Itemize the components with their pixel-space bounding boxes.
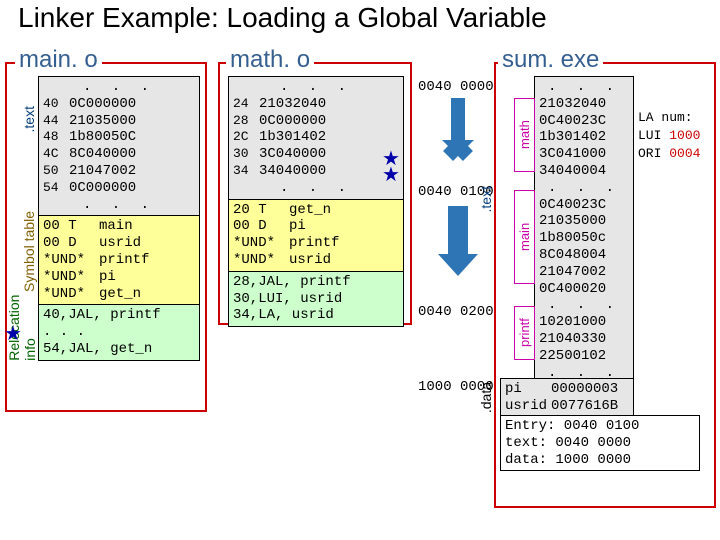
hex-row: 21047002 — [539, 264, 629, 281]
sym-row: *UND*pi — [43, 269, 195, 286]
hex-row: 21040330 — [539, 331, 629, 348]
note: LUI 1000 — [638, 128, 700, 143]
addr-0: 0040 0000 — [418, 79, 494, 95]
text-row: 4C8C040000 — [43, 146, 195, 163]
reloc-row: 54,JAL, get_n — [43, 341, 195, 358]
sym-row: 00 Dpi — [233, 218, 399, 235]
hex-row: 1b301402 — [539, 129, 629, 146]
dots: . . . — [233, 180, 399, 197]
sym-row: 20 Tget_n — [233, 202, 399, 219]
data-row: usrid0077616B — [505, 398, 629, 415]
vlabel-data: .data — [478, 382, 494, 413]
sum-exe-label: sum. exe — [498, 46, 603, 74]
reloc-row: . . . — [43, 324, 195, 341]
entry-row: text: 0040 0000 — [505, 435, 695, 452]
dots: . . . — [43, 197, 195, 214]
section-math: math — [514, 98, 535, 172]
sym-row: *UND*get_n — [43, 286, 195, 303]
sum-entry-box: Entry: 0040 0100text: 0040 0000data: 100… — [500, 415, 700, 471]
arrow-icon — [430, 206, 486, 291]
hex-row: 21035000 — [539, 213, 629, 230]
text-row: 5021047002 — [43, 163, 195, 180]
main-o-reloc-box: 40,JAL, printf. . .54,JAL, get_n — [38, 304, 200, 360]
text-row: 481b80050C — [43, 129, 195, 146]
main-o-text-box: . . . 400C0000004421035000481b80050C4C8C… — [38, 76, 200, 216]
math-o-text-box: . . . 2421032040280C0000002C1b301402303C… — [228, 76, 404, 200]
reloc-row: 34,LA, usrid — [233, 307, 399, 324]
sym-row: *UND*printf — [233, 235, 399, 252]
hex-row: 0C40023C — [539, 197, 629, 214]
math-o-sym-box: 20 Tget_n00 Dpi*UND*printf*UND*usrid — [228, 199, 404, 272]
main-o-label: main. o — [15, 46, 102, 74]
star-icon: ★ — [382, 162, 400, 187]
reloc-row: 40,JAL, printf — [43, 307, 195, 324]
sym-row: 00 Dusrid — [43, 235, 195, 252]
dots: . . . — [539, 180, 629, 197]
entry-row: data: 1000 0000 — [505, 452, 695, 469]
math-o-reloc-box: 28,JAL, printf30,LUI, usrid34,LA, usrid — [228, 271, 404, 327]
hex-row: 8C048004 — [539, 247, 629, 264]
hex-row: 10201000 — [539, 314, 629, 331]
main-o-group: . . . 400C0000004421035000481b80050C4C8C… — [8, 76, 204, 361]
dots: . . . — [539, 79, 629, 96]
vlabel-text: .text — [21, 106, 37, 132]
note: LA num: — [638, 110, 693, 125]
text-row: 3434040000 — [233, 163, 399, 180]
sum-text-box: . . . 210320400C40023C1b3014023C04100034… — [534, 76, 634, 384]
hex-row: 22500102 — [539, 348, 629, 365]
reloc-row: 28,JAL, printf — [233, 274, 399, 291]
addr-2: 0040 0200 — [418, 304, 494, 320]
slide-title: Linker Example: Loading a Global Variabl… — [0, 0, 720, 36]
data-row: pi00000003 — [505, 381, 629, 398]
dots: . . . — [233, 79, 399, 96]
hex-row: 0C40023C — [539, 113, 629, 130]
hex-row: 0C400020 — [539, 281, 629, 298]
sym-row: 00 Tmain — [43, 218, 195, 235]
section-printf: printf — [514, 306, 535, 360]
text-row: 280C000000 — [233, 113, 399, 130]
dots: . . . — [539, 297, 629, 314]
hex-row: 1b80050c — [539, 230, 629, 247]
text-row: 2421032040 — [233, 96, 399, 113]
sym-row: *UND*usrid — [233, 252, 399, 269]
entry-row: Entry: 0040 0100 — [505, 418, 695, 435]
math-o-group: . . . 2421032040280C0000002C1b301402303C… — [222, 76, 408, 327]
main-o-sym-box: 00 Tmain00 Dusrid*UND*printf*UND*pi*UND*… — [38, 215, 200, 305]
sum-data-box: pi00000003usrid0077616B — [500, 378, 634, 418]
star-icon: ★ — [4, 321, 22, 346]
math-o-label: math. o — [226, 46, 314, 74]
reloc-row: 30,LUI, usrid — [233, 291, 399, 308]
hex-row: 34040004 — [539, 163, 629, 180]
vlabel-reloc: Relocation info — [6, 278, 38, 361]
hex-row: 21032040 — [539, 96, 629, 113]
text-row: 2C1b301402 — [233, 129, 399, 146]
text-row: 4421035000 — [43, 113, 195, 130]
arrow-icon — [430, 98, 486, 183]
text-row: 303C040000 — [233, 146, 399, 163]
dots: . . . — [43, 79, 195, 96]
sym-row: *UND*printf — [43, 252, 195, 269]
section-main: main — [514, 190, 535, 284]
hex-row: 3C041000 — [539, 146, 629, 163]
text-row: 540C000000 — [43, 180, 195, 197]
text-row: 400C000000 — [43, 96, 195, 113]
note: ORI 0004 — [638, 146, 700, 161]
